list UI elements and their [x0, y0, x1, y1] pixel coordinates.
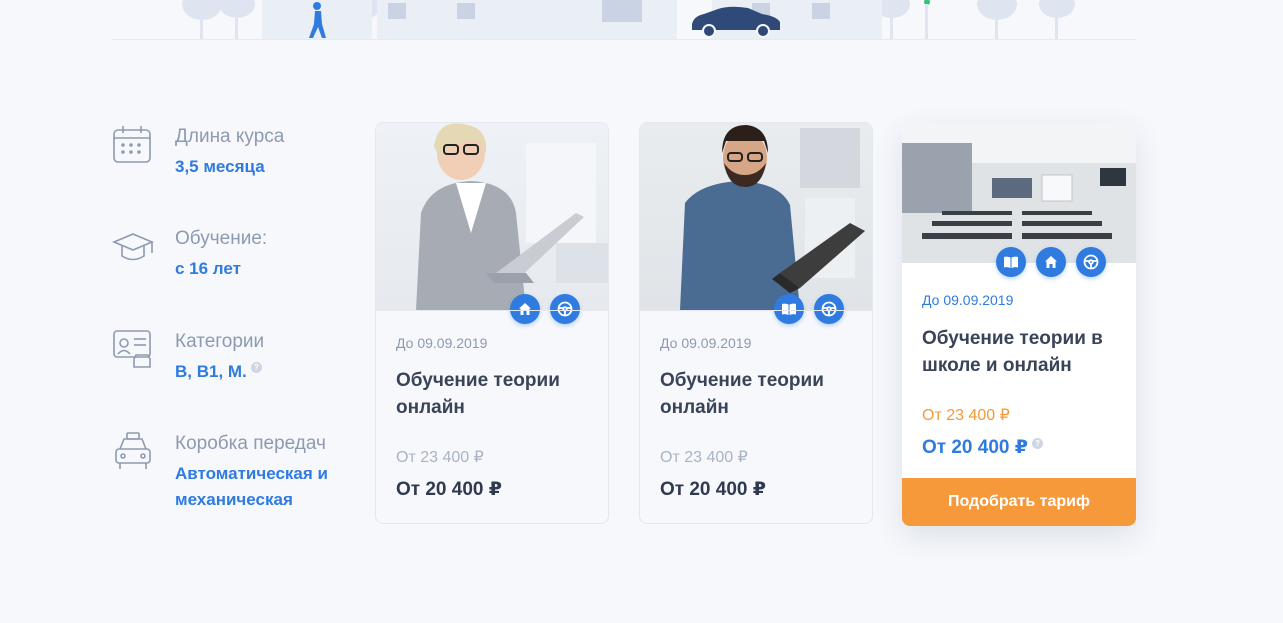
help-icon[interactable]: ?: [250, 362, 262, 374]
new-price: От 20 400 ₽: [660, 479, 766, 500]
graduation-cap-icon: [111, 226, 155, 268]
old-price: От 23 400 ₽: [922, 407, 1010, 424]
feature-value-text: B, B1, M.: [175, 362, 247, 381]
car-icon: [112, 431, 154, 473]
offer-date: До 09.09.2019: [922, 292, 1014, 308]
tariff-card-online-2[interactable]: До 09.09.2019 Обучение теории онлайн От …: [639, 122, 873, 524]
license-card-icon: [112, 329, 154, 371]
feature-value: 3,5 месяца: [175, 157, 265, 176]
steering-wheel-icon: [1076, 247, 1106, 277]
feature-label: Коробка передач: [175, 433, 326, 454]
feature-value: Автоматическая и механическая: [175, 464, 328, 509]
tariff-card-online-1[interactable]: До 09.09.2019 Обучение теории онлайн От …: [375, 122, 609, 524]
card-body: До 09.09.2019 Обучение теории онлайн От …: [640, 310, 872, 522]
card-title: Обучение теории онлайн: [660, 370, 824, 418]
old-price: От 23 400 ₽: [396, 449, 484, 466]
new-price: От 20 400 ₽?: [922, 436, 1043, 459]
feature-label: Обучение:: [175, 228, 268, 249]
old-price: От 23 400 ₽: [660, 449, 748, 466]
street-illustration: [112, 0, 1136, 42]
offer-date: До 09.09.2019: [396, 335, 488, 351]
card-title: Обучение теории в школе и онлайн: [922, 328, 1103, 376]
card-body: До 09.09.2019 Обучение теории онлайн От …: [376, 310, 608, 522]
card-title: Обучение теории онлайн: [396, 370, 560, 418]
help-icon[interactable]: ?: [1031, 437, 1043, 449]
feature-label: Категории: [175, 331, 265, 352]
choose-tariff-button[interactable]: Подобрать тариф: [902, 478, 1136, 526]
feature-value: B, B1, M.?: [175, 359, 365, 385]
book-icon: [996, 247, 1026, 277]
card-photo: [640, 123, 872, 324]
card-photo: [902, 123, 1136, 277]
offer-date: До 09.09.2019: [660, 335, 752, 351]
tariff-card-school-online[interactable]: До 09.09.2019 Обучение теории в школе и …: [902, 123, 1136, 526]
new-price-text: От 20 400 ₽: [922, 437, 1028, 458]
home-icon: [1036, 247, 1066, 277]
calendar-icon: [112, 124, 154, 166]
feature-value: с 16 лет: [175, 259, 241, 278]
new-price: От 20 400 ₽: [396, 479, 502, 500]
feature-badges: [996, 247, 1106, 277]
feature-label: Длина курса: [175, 126, 285, 147]
card-photo: [376, 123, 608, 324]
